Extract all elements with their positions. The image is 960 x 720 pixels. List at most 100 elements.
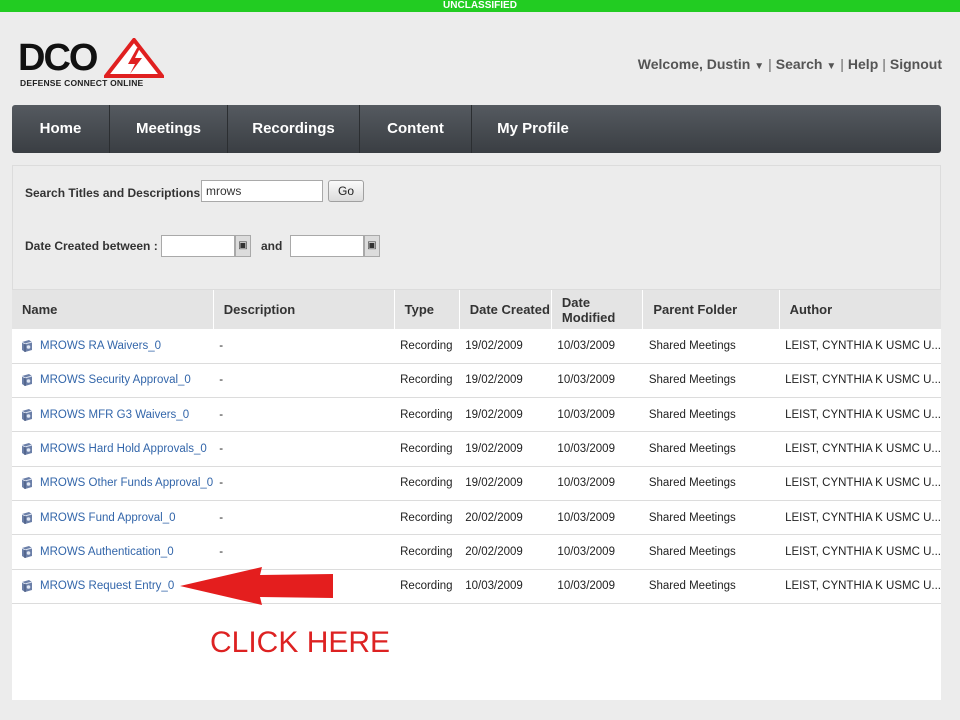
cell-date-modified: 10/03/2009	[551, 329, 643, 364]
col-name[interactable]: Name	[12, 290, 214, 329]
search-menu[interactable]: Search ▼	[776, 56, 837, 72]
top-user-nav: Welcome, Dustin ▼ | Search ▼ | Help | Signout	[638, 56, 942, 72]
date-to-input[interactable]	[290, 235, 364, 257]
recording-link[interactable]: MROWS Security Approval_0	[40, 374, 191, 386]
cell-parent-folder: Shared Meetings	[642, 534, 780, 570]
cell-date-created: 20/02/2009	[459, 534, 552, 570]
cell-date-created: 19/02/2009	[459, 466, 552, 501]
cell-parent-folder: Shared Meetings	[642, 569, 780, 604]
recording-icon	[20, 476, 34, 490]
search-form: Search Titles and Descriptions : Go Date…	[12, 165, 941, 290]
table-row[interactable]: MROWS RA Waivers_0 - Recording 19/02/2009 10…	[12, 329, 941, 364]
and-label: and	[261, 239, 283, 253]
recording-link[interactable]: MROWS Other Funds Approval_0	[40, 477, 213, 489]
cell-type: Recording	[394, 329, 460, 364]
col-description[interactable]: Description	[213, 290, 395, 329]
nav-recordings[interactable]: Recordings	[228, 105, 360, 153]
nav-content[interactable]: Content	[360, 105, 472, 153]
cell-name: MROWS Fund Approval_0	[12, 500, 214, 536]
table-row[interactable]: MROWS Request Entry_0 Recording 10/03/2009…	[12, 569, 941, 604]
search-label: Search	[775, 56, 823, 72]
col-author[interactable]: Author	[779, 290, 941, 329]
cell-type: Recording	[394, 397, 460, 433]
recording-link[interactable]: MROWS MFR G3 Waivers_0	[40, 409, 189, 421]
recording-icon	[20, 339, 34, 353]
recording-link[interactable]: MROWS Hard Hold Approvals_0	[40, 443, 207, 455]
col-date-created[interactable]: Date Created	[459, 290, 552, 329]
recording-link[interactable]: MROWS Request Entry_0	[40, 580, 174, 592]
calendar-icon[interactable]: ▣	[364, 235, 380, 257]
cell-author: LEIST, CYNTHIA K USMC U...	[779, 534, 941, 570]
nav-my-profile[interactable]: My Profile	[472, 105, 594, 153]
table-row[interactable]: MROWS MFR G3 Waivers_0 - Recording 19/02/20…	[12, 397, 941, 433]
signout-link[interactable]: Signout	[890, 56, 942, 72]
dco-logo[interactable]: DCO DEFENSE CONNECT ONLINE	[18, 37, 164, 90]
content-panel: Search Titles and Descriptions : Go Date…	[12, 165, 941, 700]
cell-parent-folder: Shared Meetings	[642, 397, 780, 433]
recording-icon	[20, 579, 34, 593]
cell-type: Recording	[394, 534, 460, 570]
click-here-annotation: CLICK HERE	[210, 626, 391, 659]
cell-name: MROWS RA Waivers_0	[12, 329, 214, 364]
logo-subtitle: DEFENSE CONNECT ONLINE	[20, 78, 144, 88]
cell-author: LEIST, CYNTHIA K USMC U...	[779, 500, 941, 536]
table-row[interactable]: MROWS Other Funds Approval_0- Recording 19…	[12, 466, 941, 501]
cell-parent-folder: Shared Meetings	[642, 466, 780, 501]
col-type[interactable]: Type	[394, 290, 460, 329]
cell-date-created: 19/02/2009	[459, 329, 552, 364]
recording-link[interactable]: MROWS Fund Approval_0	[40, 512, 176, 524]
nav-home[interactable]: Home	[12, 105, 110, 153]
caret-down-icon: ▼	[754, 61, 765, 72]
cell-parent-folder: Shared Meetings	[642, 363, 780, 399]
cell-date-modified: 10/03/2009	[551, 397, 643, 433]
separator: |	[882, 56, 886, 72]
cell-description: -	[213, 363, 395, 399]
logo-title: DCO	[18, 37, 98, 79]
search-titles-label: Search Titles and Descriptions :	[25, 186, 208, 200]
nav-meetings[interactable]: Meetings	[110, 105, 228, 153]
cell-date-created: 19/02/2009	[459, 431, 552, 467]
cell-date-modified: 10/03/2009	[551, 363, 643, 399]
cell-name: MROWS Other Funds Approval_0	[12, 466, 214, 501]
calendar-icon[interactable]: ▣	[235, 235, 251, 257]
cell-type: Recording	[394, 466, 460, 501]
cell-name: MROWS Authentication_0	[12, 534, 214, 570]
cell-description: -	[213, 466, 395, 501]
cell-date-modified: 10/03/2009	[551, 466, 643, 501]
table-row[interactable]: MROWS Fund Approval_0 - Recording 20/02/200…	[12, 500, 941, 536]
recording-link[interactable]: MROWS Authentication_0	[40, 546, 174, 558]
recording-icon	[20, 545, 34, 559]
cell-author: LEIST, CYNTHIA K USMC U...	[779, 569, 941, 604]
date-from-input[interactable]	[161, 235, 235, 257]
cell-type: Recording	[394, 431, 460, 467]
recording-icon	[20, 442, 34, 456]
cell-description: -	[213, 500, 395, 536]
help-link[interactable]: Help	[848, 56, 878, 72]
table-header-row: Name Description Type Date Created Date …	[12, 290, 941, 329]
go-button[interactable]: Go	[328, 180, 364, 202]
cell-author: LEIST, CYNTHIA K USMC U...	[779, 363, 941, 399]
classification-banner: UNCLASSIFIED	[0, 0, 960, 12]
separator: |	[768, 56, 772, 72]
search-input[interactable]	[201, 180, 323, 202]
table-row[interactable]: MROWS Hard Hold Approvals_0- Recording 19/…	[12, 431, 941, 467]
col-date-modified[interactable]: Date Modified	[551, 290, 644, 329]
table-row[interactable]: MROWS Authentication_0 - Recording 20/02/20…	[12, 534, 941, 570]
recording-link[interactable]: MROWS RA Waivers_0	[40, 340, 161, 352]
welcome-label: Welcome, Dustin	[637, 56, 751, 72]
cell-author: LEIST, CYNTHIA K USMC U...	[779, 466, 941, 501]
cell-name: MROWS Security Approval_0	[12, 363, 214, 399]
cell-date-modified: 10/03/2009	[551, 569, 643, 604]
welcome-menu[interactable]: Welcome, Dustin ▼	[638, 56, 764, 72]
recording-icon	[20, 511, 34, 525]
cell-type: Recording	[394, 569, 460, 604]
recordings-table: Name Description Type Date Created Date …	[12, 290, 941, 604]
cell-parent-folder: Shared Meetings	[642, 329, 780, 364]
table-row[interactable]: MROWS Security Approval_0 - Recording 19/02…	[12, 363, 941, 399]
cell-description: -	[213, 534, 395, 570]
cell-author: LEIST, CYNTHIA K USMC U...	[779, 397, 941, 433]
cell-author: LEIST, CYNTHIA K USMC U...	[779, 329, 941, 364]
col-parent-folder[interactable]: Parent Folder	[642, 290, 780, 329]
cell-date-created: 19/02/2009	[459, 363, 552, 399]
cell-date-modified: 10/03/2009	[551, 534, 643, 570]
